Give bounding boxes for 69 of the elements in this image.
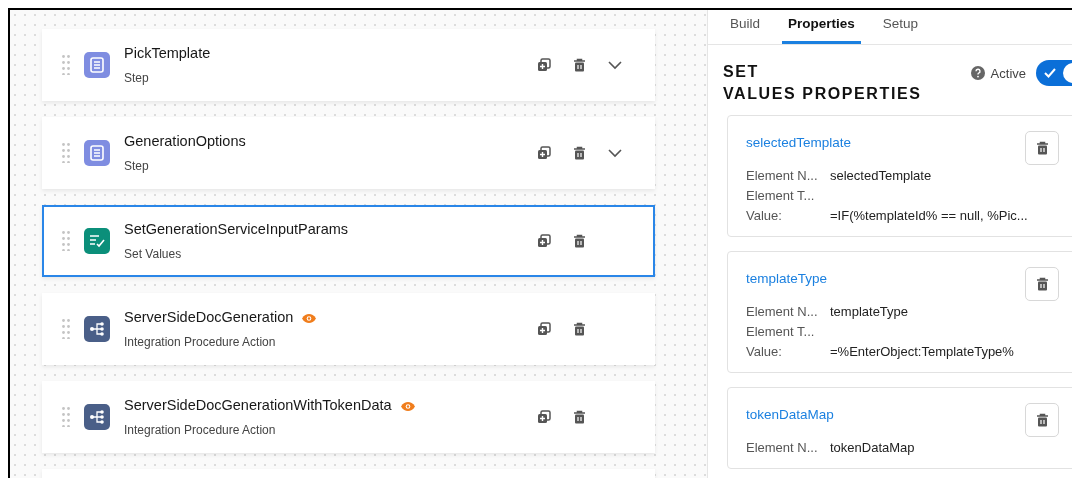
step-title: GenerationOptions	[124, 132, 246, 152]
toggle-label: Active	[990, 64, 1026, 83]
step-title: PickTemplate	[124, 44, 211, 64]
field-value: templateType	[830, 303, 909, 322]
step-type: Step	[124, 69, 150, 87]
delete-icon[interactable]	[573, 146, 586, 160]
duplicate-icon[interactable]	[537, 146, 551, 160]
step-type: Integration Procedure Action	[124, 333, 277, 351]
field-label: Value:	[746, 207, 783, 226]
field-value: =%EnterObject:TemplateType%	[830, 343, 1014, 362]
checklist-icon	[84, 228, 110, 254]
field-label: Element T...	[746, 323, 816, 342]
chevron-down-icon[interactable]	[608, 60, 622, 70]
duplicate-icon[interactable]	[537, 58, 551, 72]
list-icon	[84, 140, 110, 166]
field-label: Element N...	[746, 439, 819, 458]
hierarchy-icon	[84, 404, 110, 430]
step-type: Integration Procedure Action	[124, 421, 277, 439]
chevron-down-icon[interactable]	[608, 148, 622, 158]
step-card[interactable]: PickTemplate Step	[42, 29, 655, 101]
drag-handle-icon[interactable]	[62, 143, 70, 163]
field-label: Element N...	[746, 303, 819, 322]
delete-icon	[1035, 277, 1049, 292]
step-type: Set Values	[124, 245, 183, 263]
delete-icon	[1035, 413, 1049, 428]
step-title: SetGenerationServiceInputParams	[124, 220, 349, 240]
drag-handle-icon[interactable]	[62, 231, 70, 251]
help-icon[interactable]	[970, 66, 985, 81]
tab[interactable]: Properties	[782, 12, 861, 45]
delete-button[interactable]	[1025, 131, 1059, 166]
field-label: Element N...	[746, 167, 819, 186]
delete-button[interactable]	[1025, 267, 1059, 302]
toggle-switch[interactable]	[1036, 60, 1072, 87]
field-label: Value:	[746, 343, 783, 362]
tab[interactable]: Setup	[876, 12, 925, 45]
hierarchy-icon	[84, 316, 110, 342]
step-card[interactable]: GenerationOptions Step	[42, 117, 655, 189]
delete-icon[interactable]	[573, 322, 586, 336]
delete-icon[interactable]	[573, 234, 586, 248]
drag-handle-icon[interactable]	[62, 319, 70, 339]
step-card[interactable]: ServerSideDocGeneration Integration Procedure Action	[42, 293, 655, 365]
delete-icon[interactable]	[573, 58, 586, 72]
eye-icon	[399, 400, 416, 412]
field-label: Element T...	[746, 187, 816, 206]
panel-title: VALUES PROPERTIES	[723, 84, 922, 105]
step-card[interactable]: ServerSideDocGenerationWithTokenData Integration Procedure Action	[42, 381, 655, 453]
duplicate-icon[interactable]	[537, 322, 551, 336]
field-value: =IF(%templateId% == null, %Pic...	[830, 207, 1028, 226]
step-title: ServerSideDocGeneration	[124, 308, 294, 328]
delete-icon	[1035, 141, 1049, 156]
eye-icon	[301, 312, 318, 324]
step-card[interactable]: SetGenerationServiceInputParams Set Values	[42, 205, 655, 277]
property-name[interactable]: templateType	[746, 271, 828, 287]
property-name[interactable]: selectedTemplate	[746, 135, 852, 151]
drag-handle-icon[interactable]	[62, 407, 70, 427]
check-icon	[1044, 68, 1056, 79]
delete-button[interactable]	[1025, 403, 1059, 438]
duplicate-icon[interactable]	[537, 234, 551, 248]
property-name[interactable]: tokenDataMap	[746, 407, 834, 423]
tab[interactable]: Build	[724, 12, 767, 45]
list-icon	[84, 52, 110, 78]
field-value: tokenDataMap	[830, 439, 915, 458]
step-type: Step	[124, 157, 150, 175]
duplicate-icon[interactable]	[537, 410, 551, 424]
drag-handle-icon[interactable]	[62, 55, 70, 75]
field-value: selectedTemplate	[830, 167, 932, 186]
panel-title: SET	[723, 62, 760, 83]
delete-icon[interactable]	[573, 410, 586, 424]
step-title: ServerSideDocGenerationWithTokenData	[124, 396, 392, 416]
